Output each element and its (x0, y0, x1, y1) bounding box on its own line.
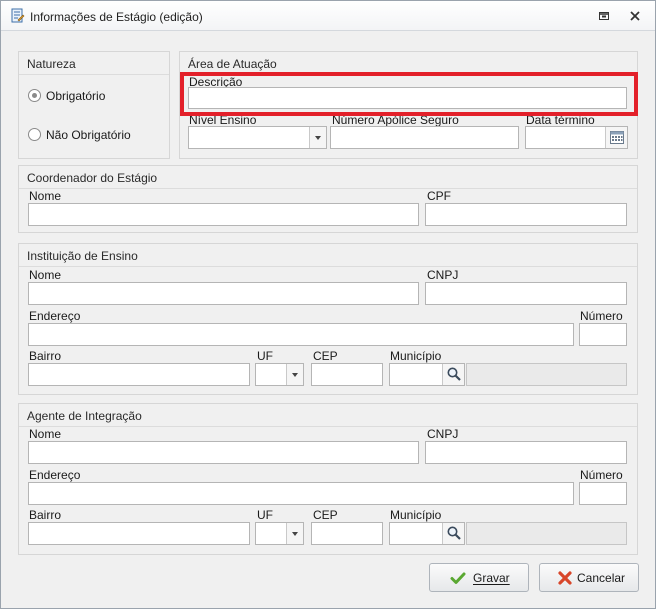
gravar-button[interactable]: Gravar (429, 563, 529, 592)
inst-cnpj-input[interactable] (425, 282, 627, 305)
inst-uf-select[interactable] (255, 363, 304, 386)
calendar-icon (610, 131, 624, 144)
radio-nao-obrigatorio-label[interactable]: Não Obrigatório (46, 128, 131, 142)
apolice-input[interactable] (330, 126, 519, 149)
instituicao-title: Instituição de Ensino (27, 249, 138, 263)
inst-bairro-input[interactable] (28, 363, 250, 386)
agente-municipio-display (466, 522, 627, 545)
agente-uf-select[interactable] (255, 522, 304, 545)
inst-municipio-display (466, 363, 627, 386)
coord-cpf-label: CPF (427, 189, 451, 203)
agente-uf-label: UF (257, 508, 273, 522)
radio-nao-obrigatorio[interactable] (28, 128, 41, 141)
radio-obrigatorio[interactable] (28, 89, 41, 102)
agente-endereco-input[interactable] (28, 482, 574, 505)
calendar-button[interactable] (605, 127, 627, 148)
agente-cnpj-input[interactable] (425, 441, 627, 464)
chevron-down-icon[interactable] (309, 127, 326, 148)
agente-municipio-label: Município (390, 508, 442, 522)
inst-municipio-label: Município (390, 349, 442, 363)
agente-bairro-label: Bairro (29, 508, 62, 522)
nivel-ensino-select[interactable] (188, 126, 327, 149)
form-icon (11, 8, 25, 23)
coord-nome-label: Nome (29, 189, 62, 203)
inst-cnpj-label: CNPJ (427, 268, 459, 282)
cancelar-label: Cancelar (577, 571, 626, 585)
agente-nome-input[interactable] (28, 441, 419, 464)
inst-nome-input[interactable] (28, 282, 419, 305)
inst-municipio-input[interactable] (389, 363, 465, 386)
dialog-window: Informações de Estágio (edição) Natureza… (0, 0, 656, 609)
agente-cep-input[interactable] (311, 522, 383, 545)
coordenador-title: Coordenador do Estágio (27, 171, 158, 185)
x-icon (558, 571, 572, 585)
search-icon (447, 526, 461, 540)
inst-municipio-search-button[interactable] (442, 364, 464, 385)
highlight-box (180, 72, 638, 116)
agente-cep-label: CEP (313, 508, 338, 522)
data-termino-input[interactable] (525, 126, 628, 149)
natureza-group: Natureza Obrigatório Não Obrigatório (18, 51, 170, 159)
agente-municipio-search-button[interactable] (442, 523, 464, 544)
agente-numero-input[interactable] (579, 482, 627, 505)
radio-obrigatorio-label[interactable]: Obrigatório (46, 89, 105, 103)
chevron-down-icon[interactable] (286, 364, 303, 385)
inst-endereco-label: Endereço (29, 309, 81, 323)
inst-bairro-label: Bairro (29, 349, 62, 363)
inst-cep-input[interactable] (311, 363, 383, 386)
area-atuacao-title: Área de Atuação (188, 57, 277, 71)
restore-icon[interactable] (597, 9, 611, 23)
agente-nome-label: Nome (29, 427, 62, 441)
agente-title: Agente de Integração (27, 409, 142, 423)
coord-nome-input[interactable] (28, 203, 419, 226)
inst-uf-label: UF (257, 349, 273, 363)
agente-numero-label: Número (580, 468, 623, 482)
search-icon (447, 367, 461, 381)
agente-cnpj-label: CNPJ (427, 427, 459, 441)
agente-municipio-input[interactable] (389, 522, 465, 545)
natureza-title: Natureza (27, 57, 76, 71)
inst-cep-label: CEP (313, 349, 338, 363)
close-icon[interactable] (628, 9, 642, 23)
title-bar: Informações de Estágio (edição) (1, 1, 655, 31)
coord-cpf-input[interactable] (425, 203, 627, 226)
agente-endereco-label: Endereço (29, 468, 81, 482)
agente-bairro-input[interactable] (28, 522, 250, 545)
inst-nome-label: Nome (29, 268, 62, 282)
chevron-down-icon[interactable] (286, 523, 303, 544)
cancelar-button[interactable]: Cancelar (539, 563, 639, 592)
check-icon (450, 572, 466, 584)
inst-endereco-input[interactable] (28, 323, 574, 346)
inst-numero-label: Número (580, 309, 623, 323)
gravar-label: Gravar (473, 571, 510, 585)
window-title: Informações de Estágio (edição) (30, 10, 203, 24)
inst-numero-input[interactable] (579, 323, 627, 346)
